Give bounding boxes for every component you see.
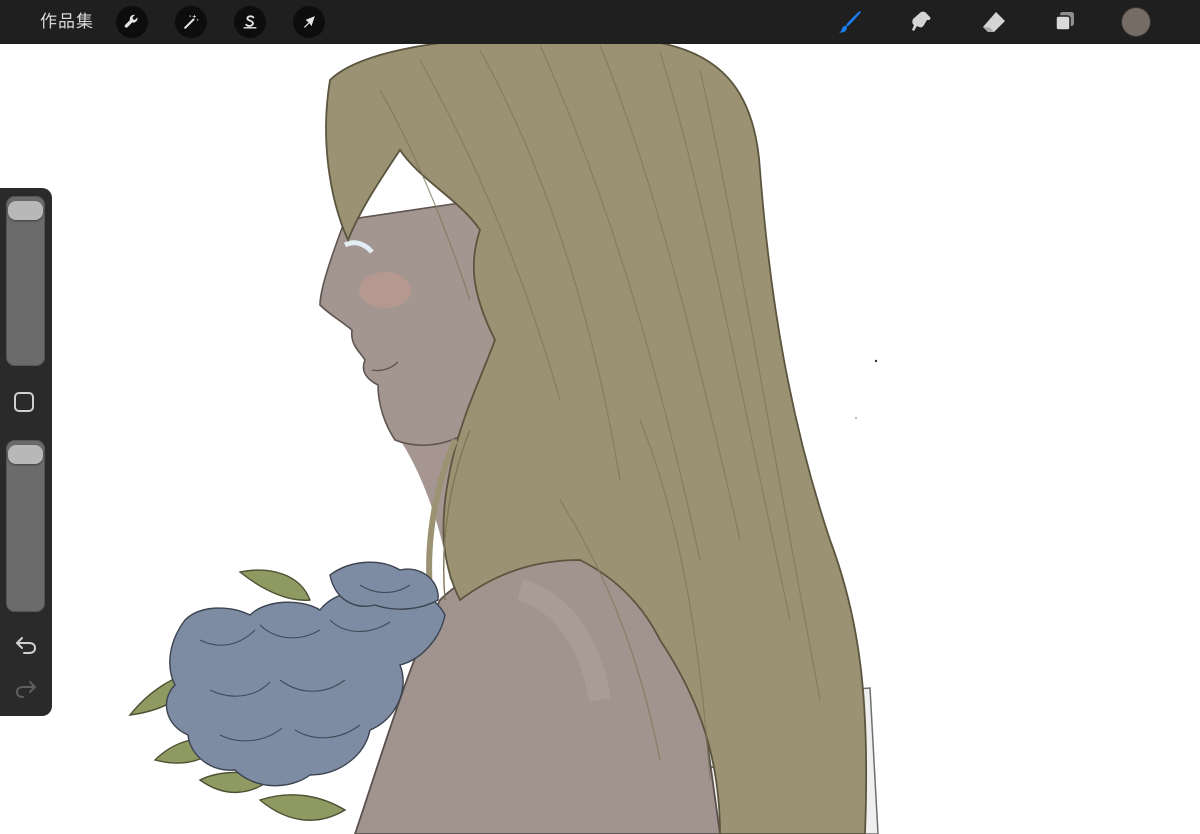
magic-wand-icon <box>184 14 199 29</box>
undo-icon <box>16 637 37 654</box>
artwork-canvas[interactable] <box>0 44 1200 834</box>
wrench-icon <box>124 14 138 28</box>
redo-button[interactable] <box>13 678 39 700</box>
brush-size-slider[interactable] <box>6 196 45 366</box>
opacity-slider[interactable] <box>6 440 45 612</box>
adjustments-button[interactable] <box>116 6 148 38</box>
redo-icon <box>15 681 36 698</box>
brush-button[interactable] <box>834 6 866 38</box>
transform-button[interactable] <box>293 6 325 38</box>
selection-s-icon <box>243 15 257 29</box>
selection-button[interactable] <box>234 6 266 38</box>
top-toolbar: 作品集 <box>0 0 1200 44</box>
smudge-icon <box>912 11 931 31</box>
layers-button[interactable] <box>1049 6 1081 38</box>
color-picker-button[interactable] <box>1122 8 1150 36</box>
layers-icon <box>1055 12 1074 31</box>
left-sidebar <box>0 188 52 716</box>
gallery-button[interactable]: 作品集 <box>40 11 94 33</box>
modify-square-button[interactable] <box>14 392 34 412</box>
brush-icon <box>839 11 861 33</box>
modify-magic-button[interactable] <box>175 6 207 38</box>
eraser-icon <box>983 12 1005 32</box>
eraser-button[interactable] <box>978 6 1010 38</box>
undo-button[interactable] <box>13 634 39 656</box>
opacity-thumb[interactable] <box>8 444 43 464</box>
arrow-cursor-icon <box>304 16 315 28</box>
brush-size-thumb[interactable] <box>8 200 43 220</box>
artwork-illustration <box>128 44 879 834</box>
smudge-button[interactable] <box>906 6 938 38</box>
